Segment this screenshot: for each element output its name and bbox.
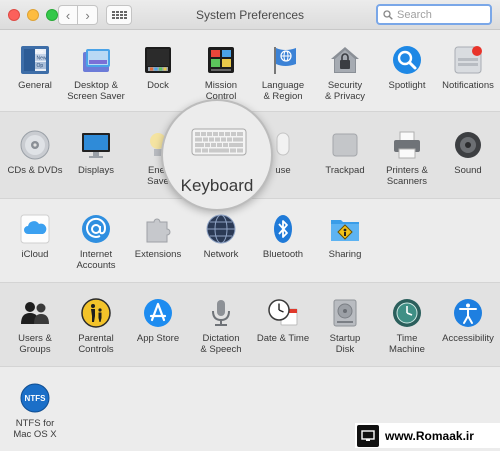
- pref-label: Time Machine: [389, 333, 425, 355]
- house-lock-icon: [329, 44, 361, 76]
- pref-printers-scanners[interactable]: Printers & Scanners: [375, 129, 439, 187]
- pref-label: Parental Controls: [78, 333, 114, 355]
- pref-label: Network: [203, 249, 239, 260]
- pref-label: Security & Privacy: [324, 80, 366, 102]
- globe-flag-icon: [267, 44, 299, 76]
- watermark-text: www.Romaak.ir: [385, 428, 474, 443]
- pref-label: CDs & DVDs: [7, 165, 63, 176]
- pref-language-region[interactable]: Language & Region: [251, 44, 315, 102]
- pref-label: General: [18, 80, 52, 91]
- speaker-icon: [452, 129, 484, 161]
- keyboard-magnifier[interactable]: Keyboard: [161, 99, 273, 211]
- pref-notifications[interactable]: Notifications: [436, 44, 500, 91]
- pref-desktop-screen-saver[interactable]: Desktop & Screen Saver: [64, 44, 128, 102]
- pref-label: iCloud: [21, 249, 49, 260]
- at-icon: [80, 213, 112, 245]
- pref-label: Internet Accounts: [76, 249, 116, 271]
- app-store-icon: [142, 297, 174, 329]
- pref-label: Language & Region: [261, 80, 305, 102]
- microphone-icon: [205, 297, 237, 329]
- pref-security-privacy[interactable]: Security & Privacy: [313, 44, 377, 102]
- pref-extensions[interactable]: Extensions: [126, 213, 190, 260]
- pref-trackpad[interactable]: Trackpad: [313, 129, 377, 176]
- search-field[interactable]: Search: [376, 4, 492, 25]
- monitor-icon: [80, 129, 112, 161]
- pref-label: Desktop & Screen Saver: [67, 80, 125, 102]
- pref-label: Extensions: [134, 249, 182, 260]
- pref-app-store[interactable]: App Store: [126, 297, 190, 344]
- pref-label: Spotlight: [388, 80, 426, 91]
- pref-label: Printers & Scanners: [386, 165, 428, 187]
- clock-calendar-icon: [267, 297, 299, 329]
- desktop-icon: [80, 44, 112, 76]
- notifications-icon: [452, 44, 484, 76]
- general-icon-text-3: Op: [37, 63, 44, 69]
- pref-label: Users & Groups: [18, 333, 52, 355]
- keyboard-label: Keyboard: [180, 176, 254, 195]
- puzzle-icon: [142, 213, 174, 245]
- pref-startup-disk[interactable]: Startup Disk: [313, 297, 377, 355]
- pref-label: Displays: [78, 165, 114, 176]
- pref-label: Trackpad: [325, 165, 365, 176]
- pref-users-groups[interactable]: Users & Groups: [3, 297, 67, 355]
- pref-displays[interactable]: Displays: [64, 129, 128, 176]
- keyboard-icon: [191, 128, 247, 161]
- general-icon-text-1: File: [36, 49, 44, 55]
- pref-time-machine[interactable]: Time Machine: [375, 297, 439, 355]
- general-icon-text-2: New: [37, 56, 47, 62]
- pref-label: Date & Time: [256, 333, 310, 344]
- folder-sign-icon: [329, 213, 361, 245]
- pref-dictation-speech[interactable]: Dictation & Speech: [189, 297, 253, 355]
- hard-disk-icon: [329, 297, 361, 329]
- pref-label: Dock: [147, 80, 169, 91]
- watermark: www.Romaak.ir: [355, 423, 500, 448]
- pref-general[interactable]: File New Op General: [3, 44, 67, 91]
- ntfs-icon: NTFS: [19, 382, 51, 414]
- pref-label: Accessibility: [442, 333, 494, 344]
- pref-date-time[interactable]: Date & Time: [251, 297, 315, 344]
- users-icon: [19, 297, 51, 329]
- bluetooth-icon: [267, 213, 299, 245]
- pref-sharing[interactable]: Sharing: [313, 213, 377, 260]
- pref-parental-controls[interactable]: Parental Controls: [64, 297, 128, 355]
- title-bar: ‹ › System Preferences Search: [0, 0, 500, 30]
- pref-label: Notifications: [442, 80, 494, 91]
- pref-label: Startup Disk: [329, 333, 361, 355]
- pref-label: Dictation & Speech: [200, 333, 242, 355]
- pref-internet-accounts[interactable]: Internet Accounts: [64, 213, 128, 271]
- accessibility-icon: [452, 297, 484, 329]
- pref-label: Bluetooth: [262, 249, 304, 260]
- search-icon: [383, 9, 393, 20]
- printer-icon: [391, 129, 423, 161]
- magnifier-icon: [391, 44, 423, 76]
- pref-label: Sharing: [328, 249, 362, 260]
- ntfs-icon-text: NTFS: [25, 394, 47, 403]
- pref-mission-control[interactable]: Mission Control: [189, 44, 253, 102]
- pref-sound[interactable]: Sound: [436, 129, 500, 176]
- mission-control-icon: [205, 44, 237, 76]
- pref-spotlight[interactable]: Spotlight: [375, 44, 439, 91]
- pref-accessibility[interactable]: Accessibility: [436, 297, 500, 344]
- pref-cds-dvds[interactable]: CDs & DVDs: [3, 129, 67, 176]
- pref-icloud[interactable]: iCloud: [3, 213, 67, 260]
- general-icon: File New Op: [19, 44, 51, 76]
- trackpad-icon: [329, 129, 361, 161]
- pref-label: NTFS for Mac OS X: [13, 418, 57, 440]
- search-placeholder: Search: [397, 8, 432, 21]
- watermark-logo-icon: [357, 424, 379, 447]
- pref-dock[interactable]: Dock: [126, 44, 190, 91]
- network-globe-icon: [205, 213, 237, 245]
- parental-icon: [80, 297, 112, 329]
- pref-label: Sound: [454, 165, 482, 176]
- pref-network[interactable]: Network: [189, 213, 253, 260]
- pref-bluetooth[interactable]: Bluetooth: [251, 213, 315, 260]
- pref-label: App Store: [136, 333, 180, 344]
- disc-icon: [19, 129, 51, 161]
- time-machine-icon: [391, 297, 423, 329]
- dock-icon: [142, 44, 174, 76]
- cloud-icon: [19, 213, 51, 245]
- pref-ntfs-mac-os-x[interactable]: NTFS NTFS for Mac OS X: [3, 382, 67, 440]
